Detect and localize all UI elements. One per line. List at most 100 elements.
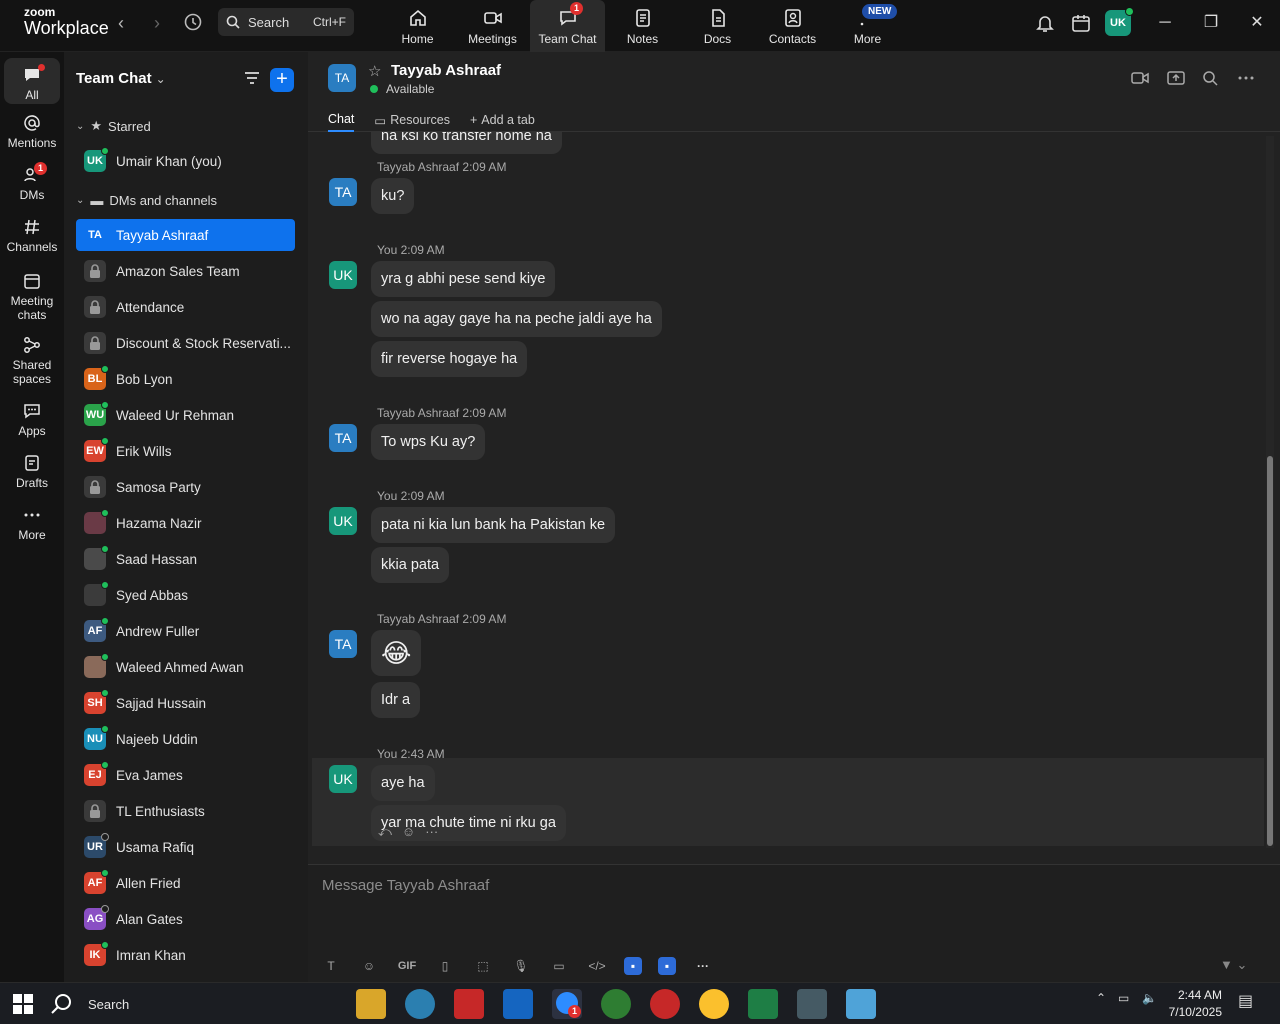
message-sender[interactable]: You (377, 747, 397, 761)
message-sender[interactable]: You (377, 489, 397, 503)
file-explorer-icon[interactable] (356, 989, 386, 1019)
network-icon[interactable]: ▭ (1118, 991, 1129, 1005)
maximize-button[interactable]: ❐ (1198, 10, 1224, 36)
starred-section-header[interactable]: ⌄ ★ Starred (76, 115, 151, 137)
sidebar-item[interactable]: SH Sajjad Hussain (76, 687, 295, 719)
rail-more[interactable]: More (4, 506, 60, 542)
rail-shared-spaces[interactable]: Shared spaces (4, 336, 60, 386)
microphone-icon[interactable]: 🎙 (510, 955, 532, 977)
nav-team-chat[interactable]: 1 Team Chat (530, 0, 605, 52)
calculator-icon[interactable] (797, 989, 827, 1019)
sidebar-item[interactable]: UR Usama Rafiq (76, 831, 295, 863)
rail-dms[interactable]: 1 DMs (4, 162, 60, 202)
close-button[interactable]: ✕ (1244, 10, 1270, 36)
message-avatar[interactable]: UK (329, 507, 357, 535)
nav-docs[interactable]: Docs (680, 0, 755, 52)
message-sender[interactable]: You (377, 243, 397, 257)
app-icon[interactable] (405, 989, 435, 1019)
rail-mentions[interactable]: Mentions (4, 114, 60, 150)
sidebar-item[interactable]: TL Enthusiasts (76, 795, 295, 827)
rail-channels[interactable]: Channels (4, 218, 60, 254)
outlook-icon[interactable] (503, 989, 533, 1019)
screenshot-icon[interactable]: ⬚ (472, 955, 494, 977)
sidebar-item[interactable]: Attendance (76, 291, 295, 323)
reply-icon[interactable]: ⤺ (378, 824, 392, 840)
more-options-icon[interactable]: ··· (692, 955, 714, 977)
sidebar-item[interactable]: Discount & Stock Reservati... (76, 327, 295, 359)
emoji-reaction-icon[interactable]: ☺ (402, 824, 415, 840)
share-screen-icon[interactable] (1166, 68, 1188, 90)
contact-name[interactable]: Tayyab Ashraaf (391, 62, 501, 79)
sidebar-item[interactable]: BL Bob Lyon (76, 363, 295, 395)
tab-add[interactable]: + Add a tab (470, 108, 535, 132)
nav-notes[interactable]: Notes (605, 0, 680, 52)
app-icon[interactable] (846, 989, 876, 1019)
message-bubble[interactable]: Idr a (371, 682, 421, 718)
scrollbar[interactable] (1266, 136, 1274, 848)
code-snippet-icon[interactable]: </> (586, 955, 608, 977)
message-sender[interactable]: Tayyab Ashraaf (377, 160, 459, 174)
sidebar-item[interactable]: Hazama Nazir (76, 507, 295, 539)
sidebar-item[interactable]: TA Tayyab Ashraaf (76, 219, 295, 251)
rail-all[interactable]: All (4, 58, 60, 104)
system-clock[interactable]: 2:44 AM 7/10/2025 (1166, 987, 1222, 1021)
rail-meeting-chats[interactable]: Meeting chats (4, 272, 60, 322)
app-icon[interactable]: ▪ (624, 957, 642, 975)
video-call-icon[interactable] (1130, 68, 1152, 90)
tab-resources[interactable]: ▭ Resources (374, 108, 450, 132)
rail-apps[interactable]: Apps (4, 402, 60, 438)
message-avatar[interactable]: UK (329, 765, 357, 793)
excel-icon[interactable] (748, 989, 778, 1019)
user-avatar[interactable]: UK (1105, 7, 1134, 36)
more-options-icon[interactable] (1236, 68, 1258, 90)
filter-icon[interactable] (242, 68, 264, 90)
new-chat-button[interactable]: + (270, 68, 294, 92)
sidebar-item[interactable]: Syed Abbas (76, 579, 295, 611)
search-box[interactable]: Search Ctrl+F (218, 8, 354, 36)
message-bubble[interactable]: 😂 (371, 630, 422, 676)
calendar-icon[interactable] (1070, 12, 1094, 36)
minimize-button[interactable]: ─ (1152, 10, 1178, 36)
message-bubble[interactable]: pata ni kia lun bank ha Pakistan ke (371, 507, 616, 543)
message-bubble[interactable]: aye ha (371, 765, 435, 801)
app-icon[interactable]: ▪ (658, 957, 676, 975)
chevron-up-icon[interactable]: ⌃ (1096, 991, 1106, 1005)
search-icon[interactable] (1200, 68, 1222, 90)
sidebar-item[interactable]: Waleed Ahmed Awan (76, 651, 295, 683)
sidebar-item[interactable]: AG Alan Gates (76, 903, 295, 935)
volume-icon[interactable]: 🔈 (1142, 991, 1157, 1005)
sidebar-item[interactable]: AF Allen Fried (76, 867, 295, 899)
chrome-icon[interactable] (699, 989, 729, 1019)
sidebar-item[interactable]: NU Najeeb Uddin (76, 723, 295, 755)
message-bubble[interactable]: wo na agay gaye ha na peche jaldi aye ha (371, 301, 662, 337)
sidebar-item[interactable]: EJ Eva James (76, 759, 295, 791)
message-avatar[interactable]: TA (329, 424, 357, 452)
sidebar-title[interactable]: Team Chat ⌄ (76, 70, 166, 87)
history-icon[interactable] (182, 11, 206, 35)
forward-arrow-icon[interactable]: › (146, 12, 168, 34)
sidebar-item[interactable]: AF Andrew Fuller (76, 615, 295, 647)
nav-more[interactable]: NEW More (830, 0, 905, 52)
message-sender[interactable]: Tayyab Ashraaf (377, 612, 459, 626)
message-bubble[interactable]: kkia pata (371, 547, 450, 583)
video-message-icon[interactable]: ▭ (548, 955, 570, 977)
windows-start-icon[interactable] (12, 993, 34, 1015)
rail-drafts[interactable]: Drafts (4, 454, 60, 490)
tab-chat[interactable]: Chat (328, 108, 355, 132)
sidebar-item[interactable]: Saad Hassan (76, 543, 295, 575)
more-options-icon[interactable]: ··· (425, 824, 438, 840)
emoji-icon[interactable]: ☺ (358, 955, 380, 977)
sidebar-item[interactable]: WU Waleed Ur Rehman (76, 399, 295, 431)
sidebar-item[interactable]: Samosa Party (76, 471, 295, 503)
contact-avatar[interactable]: TA (328, 64, 356, 92)
send-button[interactable]: ▼ ⌄ (1220, 957, 1247, 973)
chrome-icon[interactable] (601, 989, 631, 1019)
starred-item[interactable]: UK Umair Khan (you) (76, 145, 295, 177)
dms-section-header[interactable]: ⌄ ▬ DMs and channels (76, 189, 217, 211)
gif-icon[interactable]: GIF (396, 955, 418, 977)
nav-meetings[interactable]: Meetings (455, 0, 530, 52)
scrollbar-thumb[interactable] (1267, 456, 1273, 846)
sidebar-item[interactable]: Amazon Sales Team (76, 255, 295, 287)
nav-home[interactable]: Home (380, 0, 455, 52)
message-avatar[interactable]: UK (329, 261, 357, 289)
